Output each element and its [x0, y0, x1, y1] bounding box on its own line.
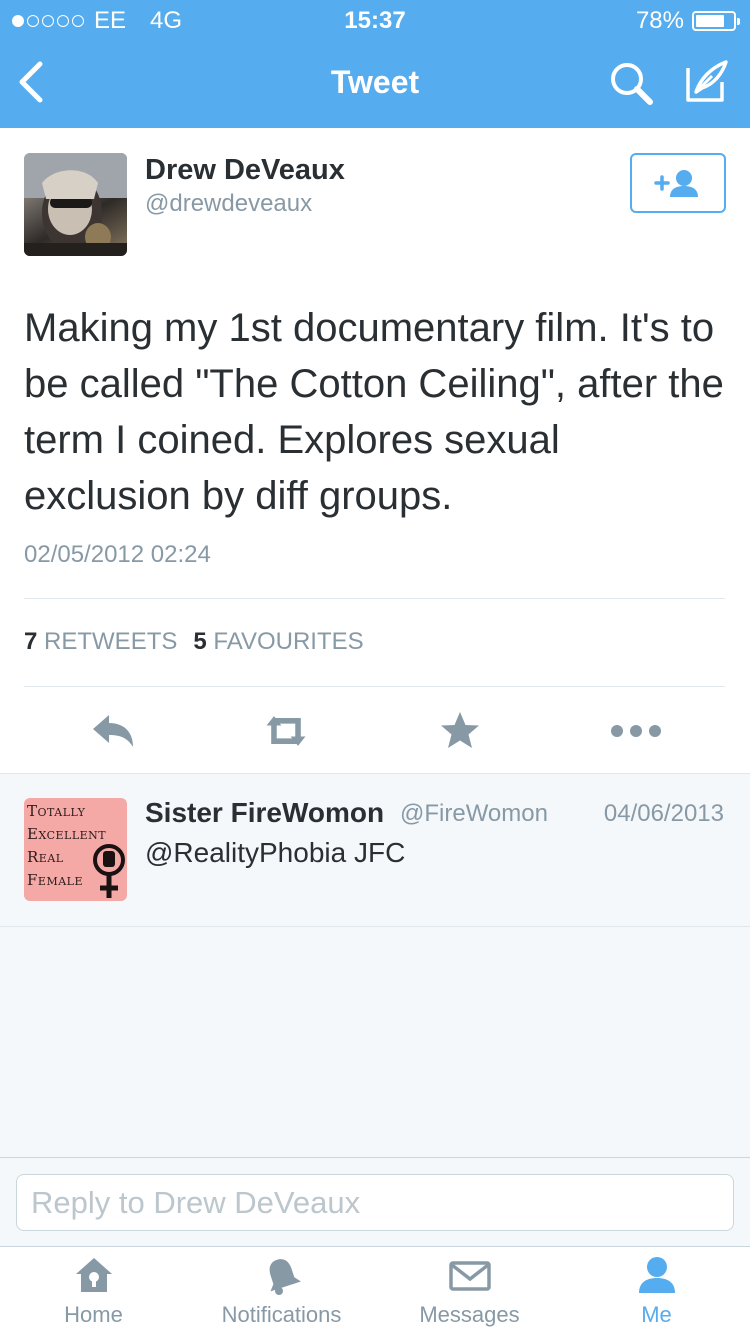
avatar-photo	[24, 153, 127, 256]
tweet-actions	[0, 706, 750, 756]
divider	[24, 686, 725, 687]
tab-messages[interactable]: Messages	[376, 1247, 563, 1334]
reply-button[interactable]	[88, 706, 138, 756]
tab-home[interactable]: Home	[0, 1247, 187, 1334]
top-bar: EE 4G 15:37 78% Tweet	[0, 0, 750, 128]
retweets-stat[interactable]: 7 RETWEETS	[24, 628, 177, 656]
star-icon	[441, 712, 479, 748]
tab-bar: Home Notifications Messages Me	[0, 1246, 750, 1334]
author-avatar[interactable]	[24, 153, 127, 256]
reply-input[interactable]	[16, 1174, 734, 1231]
tweet-stats: 7 RETWEETS 5 FAVOURITES	[24, 628, 372, 656]
favourite-count: 5	[193, 628, 207, 655]
tab-notifications[interactable]: Notifications	[188, 1247, 375, 1334]
retweet-count: 7	[24, 628, 38, 655]
author-handle[interactable]: @drewdeveaux	[145, 190, 312, 218]
compose-button[interactable]	[682, 58, 730, 106]
compose-icon	[686, 60, 728, 102]
avatar-text-line: REAL	[27, 848, 64, 866]
battery-icon	[692, 11, 740, 31]
tab-label: Me	[641, 1302, 672, 1327]
reply-icon	[93, 715, 133, 747]
tab-me[interactable]: Me	[563, 1247, 750, 1334]
reply-date: 04/06/2013	[603, 800, 724, 827]
tab-label: Notifications	[221, 1302, 342, 1327]
author-name[interactable]: Drew DeVeaux	[145, 154, 345, 187]
favourite-label: FAVOURITES	[213, 628, 364, 655]
avatar-text-line: EXCELLENT	[27, 825, 107, 843]
more-button[interactable]	[609, 706, 663, 756]
retweet-label: RETWEETS	[44, 628, 178, 655]
female-fist-symbol-icon	[93, 844, 125, 898]
status-bar: EE 4G 15:37 78%	[0, 0, 750, 40]
reply-author-handle[interactable]: @FireWomon	[400, 800, 548, 828]
tab-label: Home	[64, 1302, 123, 1327]
tweet-text: Making my 1st documentary film. It's to …	[24, 306, 724, 518]
home-icon	[75, 1258, 112, 1292]
reply-composer	[0, 1157, 750, 1246]
follow-button[interactable]	[630, 153, 726, 213]
add-user-icon	[654, 170, 698, 197]
bell-icon	[269, 1259, 301, 1295]
avatar-text-line: FEMALE	[27, 871, 83, 889]
favourite-button[interactable]	[435, 706, 485, 756]
favourites-stat[interactable]: 5 FAVOURITES	[193, 628, 363, 656]
retweet-button[interactable]	[261, 706, 311, 756]
divider	[24, 598, 725, 599]
reply-text: @RealityPhobia JFC	[145, 837, 406, 868]
tab-label: Messages	[419, 1302, 520, 1327]
status-right: 78%	[635, 7, 740, 35]
battery-percent: 78%	[635, 7, 684, 34]
person-icon	[638, 1257, 675, 1293]
tweet-detail: Drew DeVeaux @drewdeveaux Making my 1st …	[0, 128, 750, 774]
reply-author-name[interactable]: Sister FireWomon	[145, 797, 384, 829]
avatar-text-line: TOTALLY	[27, 802, 86, 820]
retweet-icon	[266, 716, 306, 746]
search-button[interactable]	[608, 60, 656, 108]
reply-tweet[interactable]: TOTALLY EXCELLENT REAL FEMALE Sister Fir…	[0, 775, 750, 927]
tweet-date: 02/05/2012 02:24	[24, 541, 211, 568]
more-dots-icon	[611, 725, 661, 737]
reply-avatar[interactable]: TOTALLY EXCELLENT REAL FEMALE	[24, 798, 127, 901]
envelope-icon	[448, 1261, 491, 1291]
search-icon	[611, 63, 653, 105]
